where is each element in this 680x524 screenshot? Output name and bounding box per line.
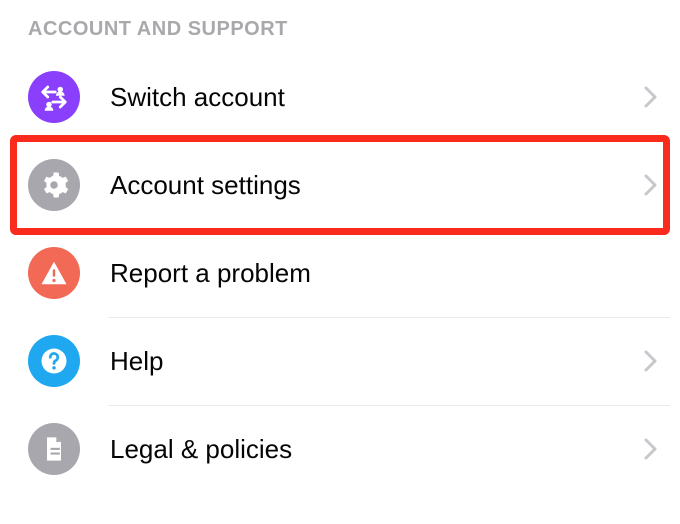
row-help[interactable]: Help	[0, 317, 680, 405]
gear-icon	[28, 159, 80, 211]
row-legal-policies[interactable]: Legal & policies	[0, 405, 680, 493]
settings-list: Switch account Account settings Report a	[0, 53, 680, 493]
row-label: Legal & policies	[110, 434, 644, 465]
row-switch-account[interactable]: Switch account	[0, 53, 680, 141]
switch-account-icon	[28, 71, 80, 123]
row-label: Account settings	[110, 170, 644, 201]
chevron-right-icon	[644, 173, 658, 197]
row-account-settings[interactable]: Account settings	[0, 141, 680, 229]
row-label: Switch account	[110, 82, 644, 113]
section-header: ACCOUNT AND SUPPORT	[0, 0, 680, 53]
row-label: Help	[110, 346, 644, 377]
chevron-right-icon	[644, 437, 658, 461]
chevron-right-icon	[644, 85, 658, 109]
question-icon	[28, 335, 80, 387]
row-report-a-problem[interactable]: Report a problem	[0, 229, 680, 317]
chevron-right-icon	[644, 349, 658, 373]
row-label: Report a problem	[110, 258, 658, 289]
alert-icon	[28, 247, 80, 299]
document-icon	[28, 423, 80, 475]
